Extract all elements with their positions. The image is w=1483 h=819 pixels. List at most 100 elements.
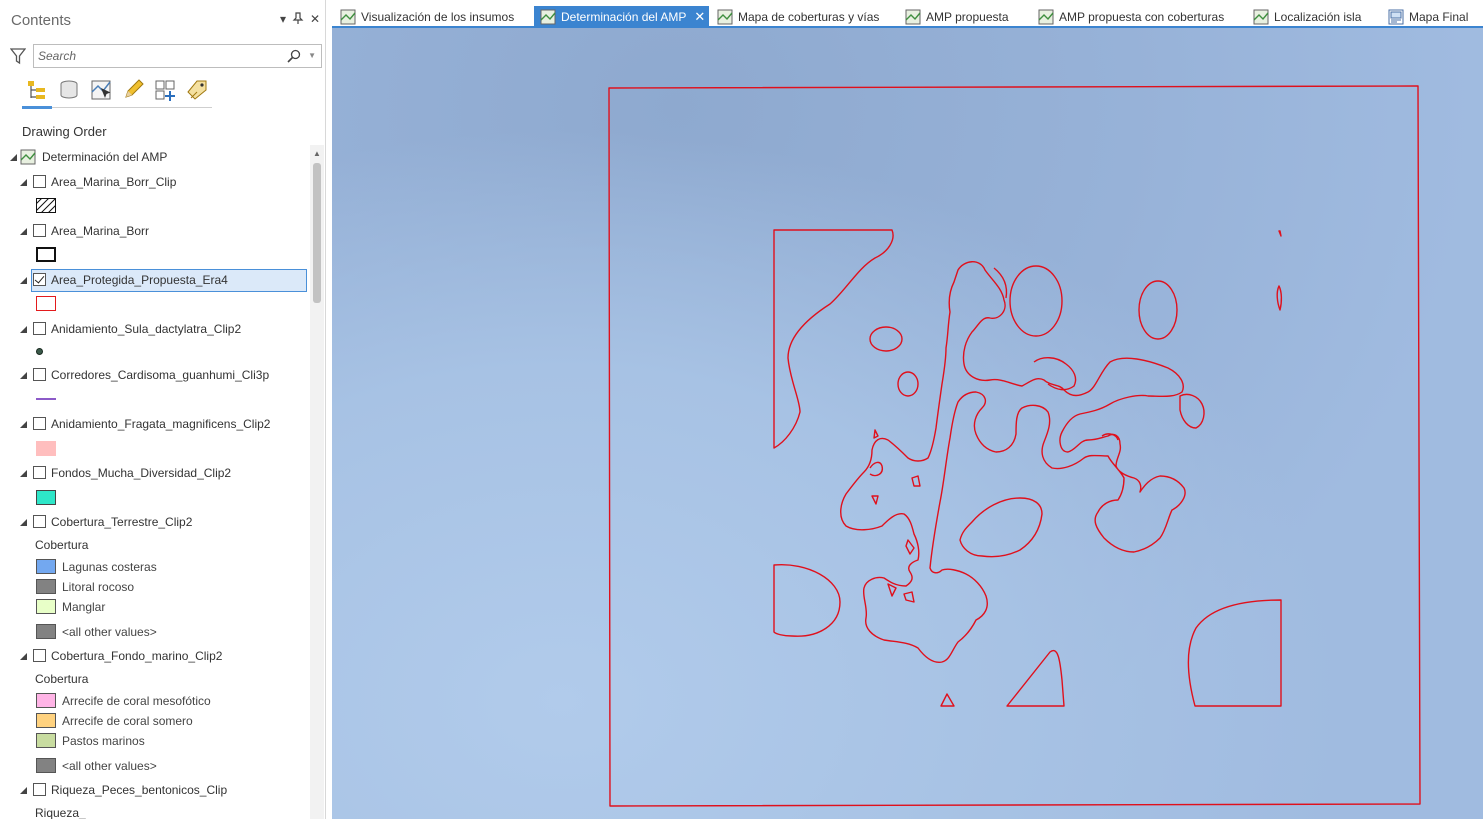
layer-name: Fondos_Mucha_Diversidad_Clip2: [51, 466, 232, 480]
tab-label: Determinación del AMP: [561, 10, 687, 24]
layer-name: Cobertura_Terrestre_Clip2: [51, 515, 193, 529]
pin-icon[interactable]: [291, 12, 305, 27]
layer-visibility-checkbox[interactable]: [33, 322, 46, 335]
protected-area-polygon: [1006, 649, 1065, 707]
tab-determinacion-amp[interactable]: Determinación del AMP ✕: [534, 6, 710, 28]
map-icon: [717, 9, 733, 25]
close-pane-icon[interactable]: ✕: [308, 12, 322, 26]
tab-label: Localización isla: [1274, 10, 1362, 24]
list-by-source-icon[interactable]: [56, 76, 82, 104]
layer-visibility-checkbox[interactable]: [33, 417, 46, 430]
map-icon: [905, 9, 921, 25]
layer-row[interactable]: Anidamiento_Fragata_magnificens_Clip2: [0, 413, 310, 435]
layer-row[interactable]: Area_Protegida_Propuesta_Era4: [0, 269, 310, 291]
layer-row[interactable]: Fondos_Mucha_Diversidad_Clip2: [0, 462, 310, 484]
legend-class-label: <all other values>: [62, 759, 157, 773]
red-outline-symbol: [36, 296, 56, 311]
collapse-icon[interactable]: [20, 228, 28, 236]
tab-amp-propuesta[interactable]: AMP propuesta: [899, 6, 1009, 28]
filter-icon[interactable]: [9, 47, 27, 65]
scroll-up-icon[interactable]: ▲: [313, 149, 321, 158]
layer-row[interactable]: Corredores_Cardisoma_guanhumi_Cli3p: [0, 364, 310, 386]
list-by-drawing-order-icon[interactable]: [24, 76, 50, 104]
layer-visibility-checkbox[interactable]: [33, 515, 46, 528]
tree-scrollbar[interactable]: ▲: [310, 145, 324, 819]
map-view[interactable]: [332, 28, 1483, 819]
map-canvas[interactable]: [332, 28, 1483, 819]
layer-visibility-checkbox[interactable]: [33, 368, 46, 381]
collapse-icon[interactable]: [20, 372, 28, 380]
collapse-icon[interactable]: [20, 277, 28, 285]
layer-row[interactable]: Cobertura_Terrestre_Clip2: [0, 511, 310, 533]
collapse-icon[interactable]: [20, 787, 28, 795]
layer-visibility-checkbox[interactable]: [33, 466, 46, 479]
search-input[interactable]: [38, 48, 278, 64]
legend-swatch: [36, 624, 56, 639]
collapse-icon[interactable]: [20, 519, 28, 527]
tab-mapa-final[interactable]: Mapa Final: [1382, 6, 1468, 28]
legend-class-label: Manglar: [62, 600, 106, 614]
tab-visualizacion-insumos[interactable]: Visualización de los insumos: [334, 6, 514, 28]
list-by-labeling-icon[interactable]: [184, 76, 210, 104]
layout-icon: [1388, 9, 1404, 25]
layer-name: Area_Protegida_Propuesta_Era4: [51, 273, 228, 287]
layer-visibility-checkbox[interactable]: [33, 783, 46, 796]
layer-visibility-checkbox[interactable]: [33, 224, 46, 237]
legend-class-label: Litoral rocoso: [62, 580, 135, 594]
legend-class-label: Arrecife de coral mesofótico: [62, 694, 211, 708]
layer-row[interactable]: Area_Marina_Borr_Clip: [0, 171, 310, 193]
collapse-icon[interactable]: [20, 653, 28, 661]
layer-visibility-checkbox[interactable]: [33, 175, 46, 188]
legend-swatch: [36, 559, 56, 574]
layer-visibility-checkbox[interactable]: [33, 649, 46, 662]
collapse-icon[interactable]: [20, 470, 28, 478]
scroll-thumb[interactable]: [313, 163, 321, 303]
layer-visibility-checkbox[interactable]: [33, 273, 46, 286]
pane-title: Contents: [11, 12, 72, 29]
collapse-icon[interactable]: [20, 326, 28, 334]
polygon-outline-symbol: [36, 247, 56, 262]
layer-row[interactable]: Anidamiento_Sula_dactylatra_Clip2: [0, 318, 310, 340]
layer-name: Anidamiento_Fragata_magnificens_Clip2: [51, 417, 271, 431]
list-by-editing-icon[interactable]: [120, 76, 146, 104]
protected-area-polygon: [887, 583, 897, 597]
protected-area-polygon: [840, 261, 1186, 663]
layer-row[interactable]: Cobertura_Fondo_marino_Clip2: [0, 645, 310, 667]
tab-label: AMP propuesta: [926, 10, 1009, 24]
pane-menu-icon[interactable]: ▾: [276, 12, 290, 26]
search-options-chevron-icon[interactable]: ▼: [308, 51, 316, 60]
line-symbol: [36, 398, 56, 400]
legend-class-label: Pastos marinos: [62, 734, 145, 748]
layer-row[interactable]: Area_Marina_Borr: [0, 220, 310, 242]
search-box[interactable]: ▼: [33, 44, 322, 68]
contents-pane: Contents ▾ ✕ ▼: [0, 0, 326, 819]
legend-field-heading: Cobertura: [35, 538, 89, 552]
protected-area-polygon: [911, 475, 921, 487]
collapse-icon[interactable]: [20, 421, 28, 429]
search-icon[interactable]: [287, 49, 301, 63]
teal-fill-symbol: [36, 490, 56, 505]
map-icon: [20, 149, 36, 168]
list-by-snapping-icon[interactable]: [152, 76, 178, 104]
map-extent-frame: [608, 85, 1421, 807]
layer-name: Cobertura_Fondo_marino_Clip2: [51, 649, 223, 663]
close-tab-icon[interactable]: ✕: [694, 9, 705, 25]
map-node[interactable]: Determinación del AMP: [0, 146, 310, 168]
tab-localizacion-isla[interactable]: Localización isla: [1247, 6, 1361, 28]
collapse-icon[interactable]: [20, 179, 28, 187]
protected-area-polygon: [905, 539, 915, 555]
tab-label: Visualización de los insumos: [361, 10, 515, 24]
collapse-icon[interactable]: [10, 154, 18, 162]
protected-area-polygon: [1179, 393, 1205, 429]
legend-field-heading: Riqueza_: [35, 806, 86, 819]
tab-amp-propuesta-coberturas[interactable]: AMP propuesta con coberturas: [1032, 6, 1224, 28]
layer-name: Corredores_Cardisoma_guanhumi_Cli3p: [51, 368, 270, 382]
layer-row[interactable]: Riqueza_Peces_bentonicos_Clip: [0, 779, 310, 801]
list-by-selection-icon[interactable]: [88, 76, 114, 104]
tab-label: AMP propuesta con coberturas: [1059, 10, 1225, 24]
layer-tree: Determinación del AMP Area_Marina_Borr_C…: [0, 145, 310, 819]
tab-mapa-coberturas-vias[interactable]: Mapa de coberturas y vías: [711, 6, 879, 28]
legend-field-heading: Cobertura: [35, 672, 89, 686]
protected-area-polygon: [773, 229, 894, 449]
legend-class-label: <all other values>: [62, 625, 157, 639]
